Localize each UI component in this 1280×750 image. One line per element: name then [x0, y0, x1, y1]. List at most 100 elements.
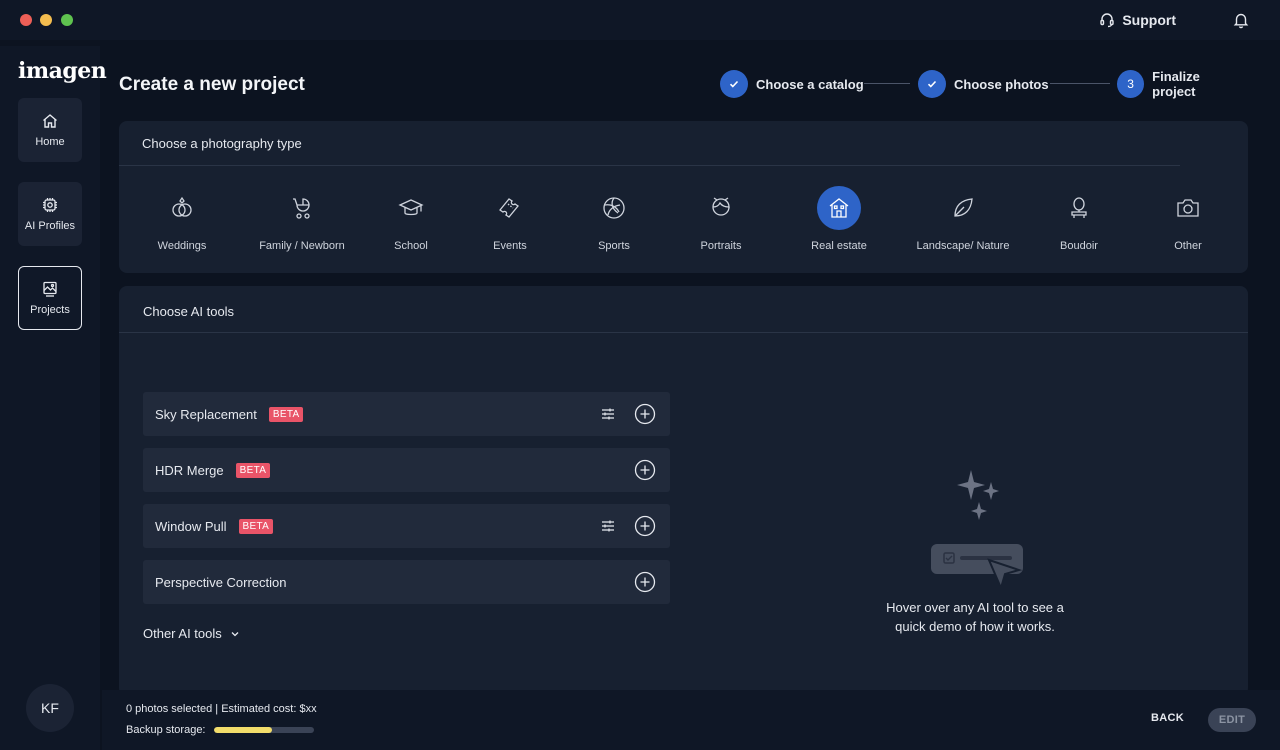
ptype-label: Weddings — [157, 240, 207, 252]
step-connector — [1050, 83, 1110, 84]
progress-stepper: Choose a catalog Choose photos 3 Finaliz… — [720, 69, 1244, 99]
ptype-weddings[interactable]: Weddings — [122, 187, 242, 252]
footer-bar: 0 photos selected | Estimated cost: $xx … — [102, 690, 1280, 750]
add-circle-icon[interactable] — [634, 403, 656, 425]
ptype-label: Boudoir — [1060, 240, 1098, 252]
nav-item-label: Projects — [30, 304, 70, 316]
sidebar: imagen Home AI Profiles Projects KF — [0, 46, 107, 750]
ptype-label: Other — [1174, 240, 1202, 252]
ptype-sports[interactable]: Sports — [554, 187, 674, 252]
ai-tools-card: Choose AI tools Sky Replacement BETA HDR… — [119, 286, 1248, 696]
ball-icon — [603, 197, 625, 219]
divider — [119, 332, 1248, 333]
nav-item-label: Home — [35, 136, 65, 148]
step-label: Finalize project — [1152, 69, 1200, 99]
edit-button[interactable]: EDIT — [1208, 708, 1256, 732]
photography-type-card: Choose a photography type Weddings Famil… — [119, 121, 1248, 273]
leaf-icon — [954, 198, 973, 217]
face-icon — [712, 197, 730, 216]
chevron-down-icon — [231, 631, 239, 636]
step-number-circle: 3 — [1117, 70, 1145, 98]
maximize-window-button[interactable] — [61, 14, 73, 26]
sparkle-icon — [971, 502, 987, 520]
ai-chip-icon — [43, 198, 57, 212]
bell-icon[interactable] — [1232, 11, 1250, 29]
ptype-family-newborn[interactable]: Family / Newborn — [242, 187, 362, 252]
tool-perspective-correction[interactable]: Perspective Correction — [143, 560, 670, 604]
photography-type-list: Weddings Family / Newborn School Events … — [119, 186, 1248, 252]
storage-progress-fill — [213, 727, 272, 733]
sparkle-icon — [957, 470, 985, 500]
ptype-label: Portraits — [700, 240, 742, 252]
ptype-boudoir[interactable]: Boudoir — [1019, 187, 1139, 252]
ptype-label: Events — [493, 240, 527, 252]
check-icon — [927, 80, 937, 88]
selection-summary: 0 photos selected | Estimated cost: $xx — [126, 703, 317, 715]
beta-badge: BETA — [238, 518, 274, 534]
add-circle-icon[interactable] — [634, 459, 656, 481]
step-done-circle — [918, 70, 946, 98]
check-icon — [729, 80, 739, 88]
step-choose-photos[interactable]: Choose photos — [918, 69, 1049, 99]
ptype-label: Family / Newborn — [259, 240, 345, 252]
home-icon — [43, 114, 57, 128]
other-ai-tools-toggle[interactable]: Other AI tools — [143, 626, 240, 641]
add-circle-icon[interactable] — [634, 571, 656, 593]
ptype-events[interactable]: Events — [450, 187, 570, 252]
user-avatar[interactable]: KF — [26, 684, 74, 732]
beta-badge: BETA — [235, 462, 271, 478]
nav-item-ai-profiles[interactable]: AI Profiles — [18, 182, 82, 246]
back-button[interactable]: BACK — [1151, 712, 1184, 724]
backup-storage-label: Backup storage: — [126, 724, 206, 736]
ptype-label: Sports — [598, 240, 630, 252]
stroller-icon — [293, 198, 310, 219]
tool-name: Sky Replacement — [155, 406, 257, 422]
support-label: Support — [1122, 12, 1176, 28]
beta-badge: BETA — [268, 406, 304, 422]
add-circle-icon[interactable] — [634, 515, 656, 537]
mirror-icon — [1071, 197, 1087, 218]
demo-hint-text: Hover over any AI tool to see a quick de… — [886, 600, 1064, 634]
ptype-real-estate[interactable]: Real estate — [779, 186, 899, 252]
step-choose-catalog[interactable]: Choose a catalog — [720, 69, 864, 99]
sparkle-demo-illustration — [931, 470, 1023, 586]
ptype-portraits[interactable]: Portraits — [661, 187, 781, 252]
other-ai-tools-label: Other AI tools — [143, 626, 222, 641]
photography-type-title: Choose a photography type — [142, 136, 302, 151]
nav-item-home[interactable]: Home — [18, 98, 82, 162]
tool-window-pull[interactable]: Window Pull BETA — [143, 504, 670, 548]
divider — [119, 165, 1180, 166]
ai-tools-title: Choose AI tools — [143, 304, 235, 319]
support-button[interactable]: Support — [1099, 11, 1176, 29]
rings-icon — [172, 196, 192, 217]
step-finalize-project[interactable]: 3 Finalize project — [1117, 69, 1244, 99]
step-label: Choose a catalog — [756, 76, 864, 92]
tool-sky-replacement[interactable]: Sky Replacement BETA — [143, 392, 670, 436]
headset-icon — [1100, 13, 1115, 28]
nav-item-label: AI Profiles — [24, 220, 76, 232]
ptype-landscape-nature[interactable]: Landscape/ Nature — [903, 187, 1023, 252]
storage-progress-bar — [213, 727, 314, 733]
tool-hdr-merge[interactable]: HDR Merge BETA — [143, 448, 670, 492]
ptype-label: Landscape/ Nature — [916, 240, 1010, 252]
close-window-button[interactable] — [20, 14, 32, 26]
tool-name: Perspective Correction — [155, 574, 287, 590]
step-label: Choose photos — [954, 76, 1049, 92]
ptype-other[interactable]: Other — [1128, 187, 1248, 252]
tool-name: HDR Merge — [155, 462, 224, 478]
page-title: Create a new project — [119, 74, 305, 95]
ptype-label: School — [394, 240, 428, 252]
backup-storage: Backup storage: — [126, 724, 314, 736]
camera-icon — [1177, 199, 1199, 217]
house-icon — [829, 198, 849, 218]
sparkle-icon — [983, 482, 999, 500]
title-bar: Support — [0, 0, 1280, 40]
minimize-window-button[interactable] — [40, 14, 52, 26]
app-logo: imagen — [18, 58, 107, 84]
step-done-circle — [720, 70, 748, 98]
settings-sliders-icon[interactable] — [600, 518, 616, 534]
settings-sliders-icon[interactable] — [600, 406, 616, 422]
nav-item-projects[interactable]: Projects — [18, 266, 82, 330]
ptype-label: Real estate — [811, 240, 867, 252]
projects-icon — [43, 281, 57, 297]
